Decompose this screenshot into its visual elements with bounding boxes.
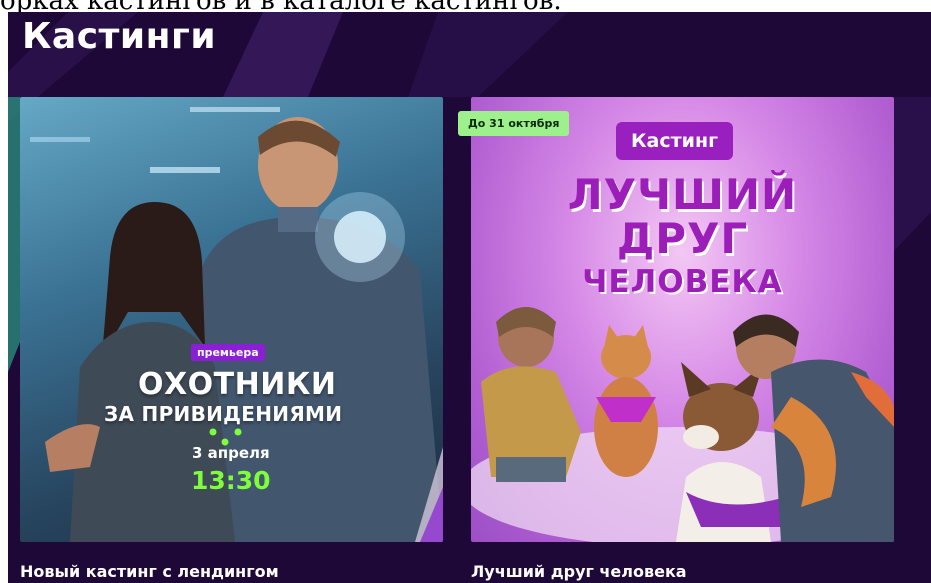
deadline-badge: До 31 октября bbox=[458, 111, 570, 136]
poster-title-line3: ЧЕЛОВЕКА bbox=[582, 264, 783, 300]
casting-card[interactable]: премьера ОХОТНИКИ ЗА ПРИВИДЕНИЯМИ 3 апре… bbox=[20, 97, 443, 581]
castings-section: Кастинги премьера ОХОТНИКИ ЗА ПРИВИДЕНИЯ… bbox=[8, 12, 931, 583]
poster-illustration bbox=[471, 307, 894, 542]
poster-title: ОХОТНИКИ bbox=[138, 367, 337, 402]
poster-title-line2: ДРУГ bbox=[616, 214, 749, 263]
casting-card-title[interactable]: Лучший друг человека bbox=[471, 562, 894, 581]
premiere-badge: премьера bbox=[191, 344, 265, 361]
casting-card-image[interactable]: премьера ОХОТНИКИ ЗА ПРИВИДЕНИЯМИ 3 апре… bbox=[20, 97, 443, 542]
casting-badge: Кастинг bbox=[616, 122, 733, 160]
poster-title-line1: ЛУЧШИЙ bbox=[567, 170, 798, 219]
poster-date: 3 апреля bbox=[192, 444, 270, 462]
section-title: Кастинги bbox=[22, 16, 217, 57]
poster-time: 13:30 bbox=[191, 466, 271, 495]
casting-card-title[interactable]: Новый кастинг с лендингом bbox=[20, 562, 443, 581]
poster-subtitle: ЗА ПРИВИДЕНИЯМИ bbox=[104, 402, 343, 426]
casting-card[interactable]: До 31 октября Кастинг ЛУЧШИЙ ДРУГ ЧЕЛОВЕ… bbox=[458, 97, 894, 581]
casting-card-image[interactable]: Кастинг ЛУЧШИЙ ДРУГ ЧЕЛОВЕКА bbox=[471, 97, 894, 542]
